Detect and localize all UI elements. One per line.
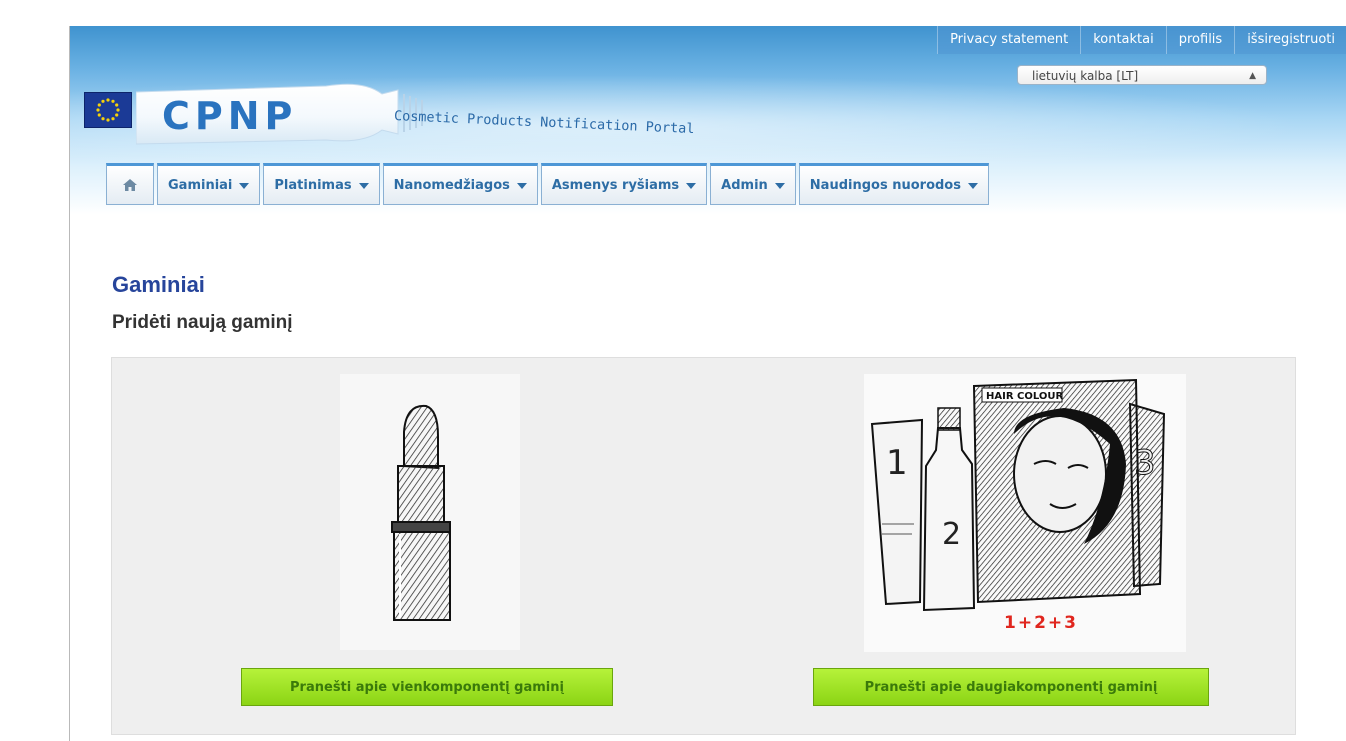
nav-label: Platinimas bbox=[274, 177, 352, 193]
nav-label: Asmenys ryšiams bbox=[551, 177, 680, 193]
page-title: Gaminiai bbox=[112, 272, 205, 297]
nav-label: Naudingos nuorodos bbox=[809, 177, 961, 193]
nav-label: Nanomedžiagos bbox=[393, 177, 510, 193]
top-links: Privacy statement kontaktai profilis išs… bbox=[937, 26, 1346, 54]
bottle-number-2: 2 bbox=[942, 517, 961, 552]
nav-gaminiai[interactable]: Gaminiai bbox=[157, 163, 261, 205]
nav-naudingos-nuorodos[interactable]: Naudingos nuorodos bbox=[798, 163, 989, 205]
box-label: HAIR COLOUR bbox=[986, 391, 1063, 402]
nav-label: Gaminiai bbox=[168, 177, 233, 193]
nav-label: Admin bbox=[721, 177, 768, 193]
hair-colour-kit-image: 1 3 HAIR COLOUR 2 1+2+3 bbox=[864, 374, 1186, 652]
tube-number-1: 1 bbox=[886, 443, 908, 483]
main-navigation: Gaminiai Platinimas Nanomedžiagos Asmeny… bbox=[106, 163, 989, 205]
caret-down-icon bbox=[774, 183, 785, 189]
nav-platinimas[interactable]: Platinimas bbox=[263, 163, 380, 205]
nav-asmenys-rysiams[interactable]: Asmenys ryšiams bbox=[540, 163, 708, 205]
language-select[interactable]: lietuvių kalba [LT] ▲ bbox=[1017, 65, 1267, 85]
kit-caption: 1+2+3 bbox=[1004, 613, 1078, 633]
notify-single-component-button[interactable]: Pranešti apie vienkomponentį gaminį bbox=[241, 668, 613, 706]
language-select-value: lietuvių kalba [LT] bbox=[1032, 69, 1139, 83]
select-arrows-icon: ▲ bbox=[1249, 71, 1256, 81]
nav-nanomedziagos[interactable]: Nanomedžiagos bbox=[382, 163, 538, 205]
logout-link[interactable]: išsiregistruoti bbox=[1234, 26, 1346, 54]
contacts-link[interactable]: kontaktai bbox=[1080, 26, 1166, 54]
page-subtitle: Pridėti naują gaminį bbox=[112, 312, 293, 333]
cpnp-logo-text: CPNP bbox=[162, 94, 298, 138]
caret-down-icon bbox=[967, 183, 978, 189]
privacy-statement-link[interactable]: Privacy statement bbox=[937, 26, 1081, 54]
profile-link[interactable]: profilis bbox=[1165, 26, 1235, 54]
home-icon bbox=[123, 179, 137, 191]
notify-multi-component-button[interactable]: Pranešti apie daugiakomponentį gaminį bbox=[813, 668, 1209, 706]
nav-admin[interactable]: Admin bbox=[710, 163, 796, 205]
caret-down-icon bbox=[686, 183, 697, 189]
lipstick-image bbox=[340, 374, 520, 650]
caret-down-icon bbox=[516, 183, 527, 189]
header-banner: Privacy statement kontaktai profilis išs… bbox=[70, 26, 1346, 231]
caret-down-icon bbox=[358, 183, 369, 189]
nav-home[interactable] bbox=[106, 163, 154, 205]
browser-page-frame: Privacy statement kontaktai profilis išs… bbox=[69, 26, 1346, 741]
product-type-panel: 1 3 HAIR COLOUR 2 1+2+3 Pranešti apie vi… bbox=[111, 357, 1296, 735]
caret-down-icon bbox=[239, 183, 250, 189]
eu-flag-icon bbox=[84, 92, 132, 128]
